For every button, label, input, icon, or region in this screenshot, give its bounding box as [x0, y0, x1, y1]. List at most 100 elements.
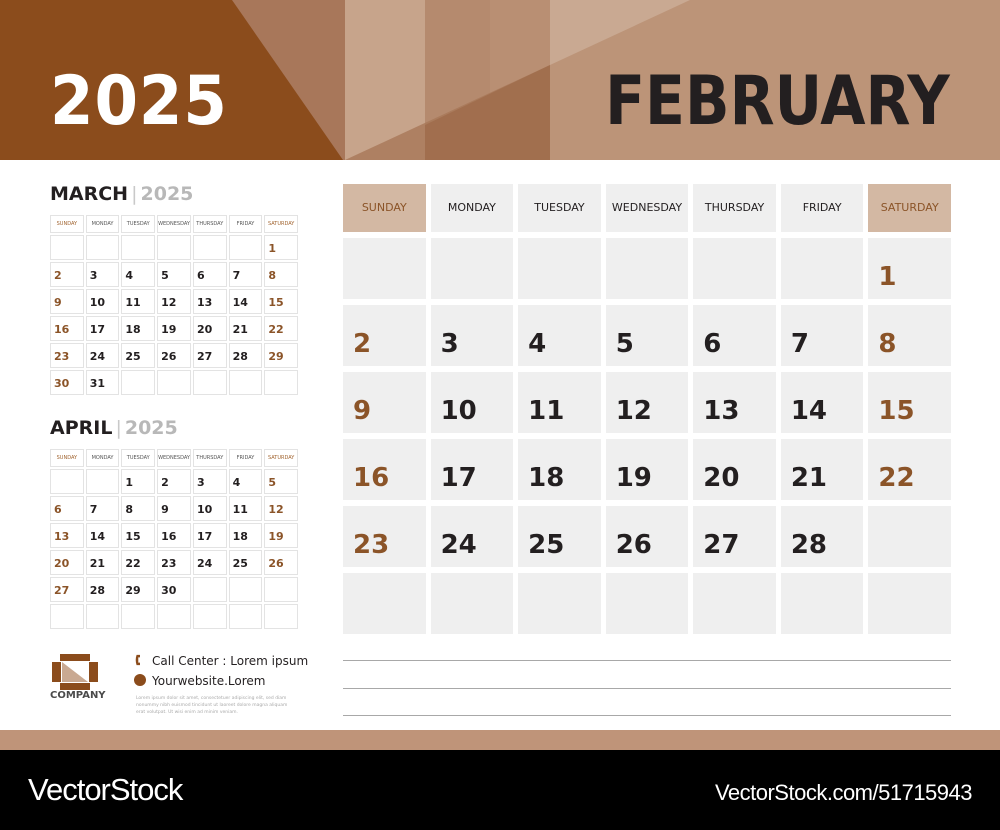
day-cell: 28 — [228, 343, 263, 368]
month-title: FEBRUARY — [605, 62, 950, 141]
day-cell: 16 — [157, 523, 191, 548]
website-text: Yourwebsite.Lorem — [152, 674, 266, 688]
weekday-header: SATURDAY — [868, 184, 951, 232]
title-separator: | — [115, 417, 122, 439]
day-cell: 24 — [430, 506, 514, 567]
mini-calendar-title: APRIL | 2025 — [50, 417, 298, 445]
day-cell: 14 — [228, 289, 263, 314]
mini-month-name: MARCH — [50, 183, 129, 205]
weekday-label: FRIDAY — [228, 215, 263, 233]
day-cell: 2 — [50, 262, 84, 287]
day-cell: 16 — [50, 316, 84, 341]
mini-year: 2025 — [124, 417, 178, 439]
day-cell: 5 — [605, 305, 689, 366]
day-cell: 13 — [192, 289, 227, 314]
day-cell: 22 — [121, 550, 156, 575]
empty-day-cell — [430, 238, 514, 299]
day-cell: 29 — [264, 343, 298, 368]
day-cell: 17 — [430, 439, 514, 500]
day-cell: 25 — [518, 506, 601, 567]
title-separator: | — [131, 183, 138, 205]
day-cell: 26 — [157, 343, 191, 368]
day-cell: 16 — [343, 439, 426, 500]
day-cell: 30 — [50, 370, 84, 395]
main-calendar-february: SUNDAY MONDAY TUESDAY WEDNESDAY THURSDAY FRID… — [343, 184, 951, 634]
empty-day-cell — [264, 370, 298, 395]
empty-day-cell — [192, 577, 227, 602]
day-cell: 6 — [693, 305, 776, 366]
day-cell: 21 — [85, 550, 120, 575]
day-cell: 8 — [121, 496, 156, 521]
weekday-label: MONDAY — [85, 215, 120, 233]
mini-year: 2025 — [140, 183, 194, 205]
day-cell: 27 — [192, 343, 227, 368]
empty-day-cell — [228, 604, 263, 629]
day-cell: 10 — [192, 496, 227, 521]
day-cell: 21 — [228, 316, 263, 341]
empty-day-cell — [192, 370, 227, 395]
weekday-label: SUNDAY — [50, 449, 84, 467]
day-cell: 27 — [50, 577, 84, 602]
weekday-label: SUNDAY — [50, 215, 84, 233]
day-cell: 7 — [780, 305, 864, 366]
day-cell: 18 — [228, 523, 263, 548]
empty-day-cell — [50, 469, 84, 494]
day-cell: 2 — [343, 305, 426, 366]
weekday-header: SUNDAY — [343, 184, 426, 232]
day-cell: 13 — [693, 372, 776, 433]
day-cell: 15 — [264, 289, 298, 314]
day-cell: 26 — [264, 550, 298, 575]
day-cell: 23 — [50, 343, 84, 368]
day-cell: 24 — [192, 550, 227, 575]
calendar-header: 2025 FEBRUARY — [0, 0, 1000, 160]
brand-color-bar — [0, 730, 1000, 750]
day-cell: 2 — [157, 469, 191, 494]
day-cell: 9 — [343, 372, 426, 433]
day-cell: 3 — [192, 469, 227, 494]
empty-day-cell — [343, 573, 426, 634]
day-cell: 18 — [518, 439, 601, 500]
empty-day-cell — [343, 238, 426, 299]
empty-day-cell — [85, 235, 120, 260]
mini-calendar-april: APRIL | 2025 SUNDAY MONDAY TUESDAY WEDNESDAY T… — [50, 417, 298, 629]
day-cell: 1 — [264, 235, 298, 260]
empty-day-cell — [605, 238, 689, 299]
day-cell: 8 — [264, 262, 298, 287]
day-cell: 5 — [264, 469, 298, 494]
empty-day-cell — [85, 469, 120, 494]
day-cell: 31 — [85, 370, 120, 395]
call-center-info: Call Center : Lorem ipsum — [134, 654, 308, 668]
weekday-header: TUESDAY — [518, 184, 601, 232]
day-cell: 15 — [121, 523, 156, 548]
company-logo-icon — [52, 654, 98, 690]
weekday-label: TUESDAY — [121, 215, 156, 233]
day-cell: 23 — [343, 506, 426, 567]
day-cell: 21 — [780, 439, 864, 500]
weekday-header-row: SUNDAY MONDAY TUESDAY WEDNESDAY THURSDAY FRID… — [343, 184, 951, 232]
weekday-label: THURSDAY — [192, 215, 227, 233]
day-cell: 20 — [693, 439, 776, 500]
empty-day-cell — [780, 573, 864, 634]
weekday-label: WEDNESDAY — [157, 449, 191, 467]
day-cell: 25 — [121, 343, 156, 368]
empty-day-cell — [85, 604, 120, 629]
weekday-label: WEDNESDAY — [157, 215, 191, 233]
fine-print-text: Lorem ipsum dolor sit amet, consectetuer… — [136, 696, 288, 715]
empty-day-cell — [780, 238, 864, 299]
day-cell: 12 — [157, 289, 191, 314]
empty-day-cell — [157, 370, 191, 395]
weekday-label: SATURDAY — [264, 449, 298, 467]
footer-brand: VectorStock — [28, 772, 183, 807]
day-cell: 15 — [868, 372, 951, 433]
empty-day-cell — [121, 235, 156, 260]
website-info: Yourwebsite.Lorem — [134, 674, 265, 688]
notes-line — [343, 660, 951, 661]
day-cell: 20 — [192, 316, 227, 341]
day-cell: 22 — [264, 316, 298, 341]
day-cell: 19 — [605, 439, 689, 500]
empty-day-cell — [264, 604, 298, 629]
empty-day-cell — [518, 573, 601, 634]
day-cell: 1 — [121, 469, 156, 494]
day-cell: 11 — [228, 496, 263, 521]
day-cell: 23 — [157, 550, 191, 575]
